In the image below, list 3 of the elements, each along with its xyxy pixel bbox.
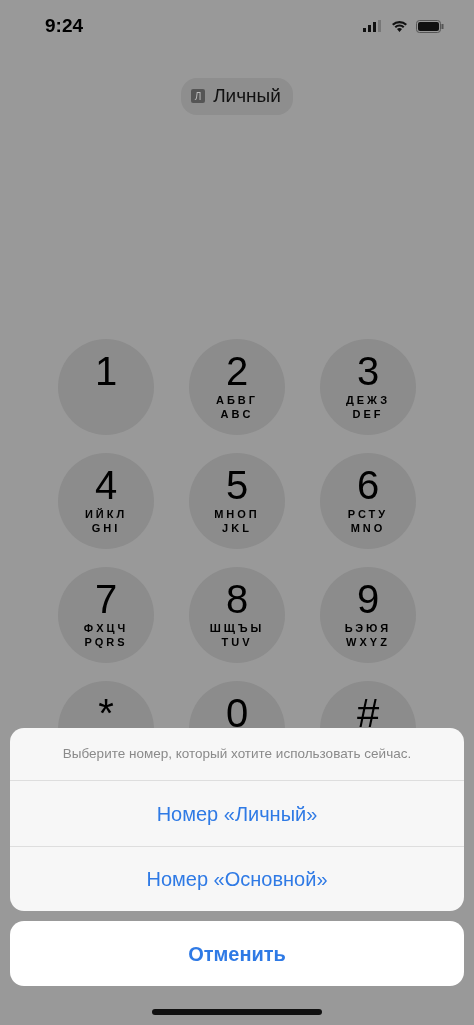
sheet-message: Выберите номер, который хотите использовать сейчас.: [10, 727, 464, 781]
status-time: 9:24: [45, 13, 84, 38]
line-letter-icon: Л: [191, 89, 206, 104]
